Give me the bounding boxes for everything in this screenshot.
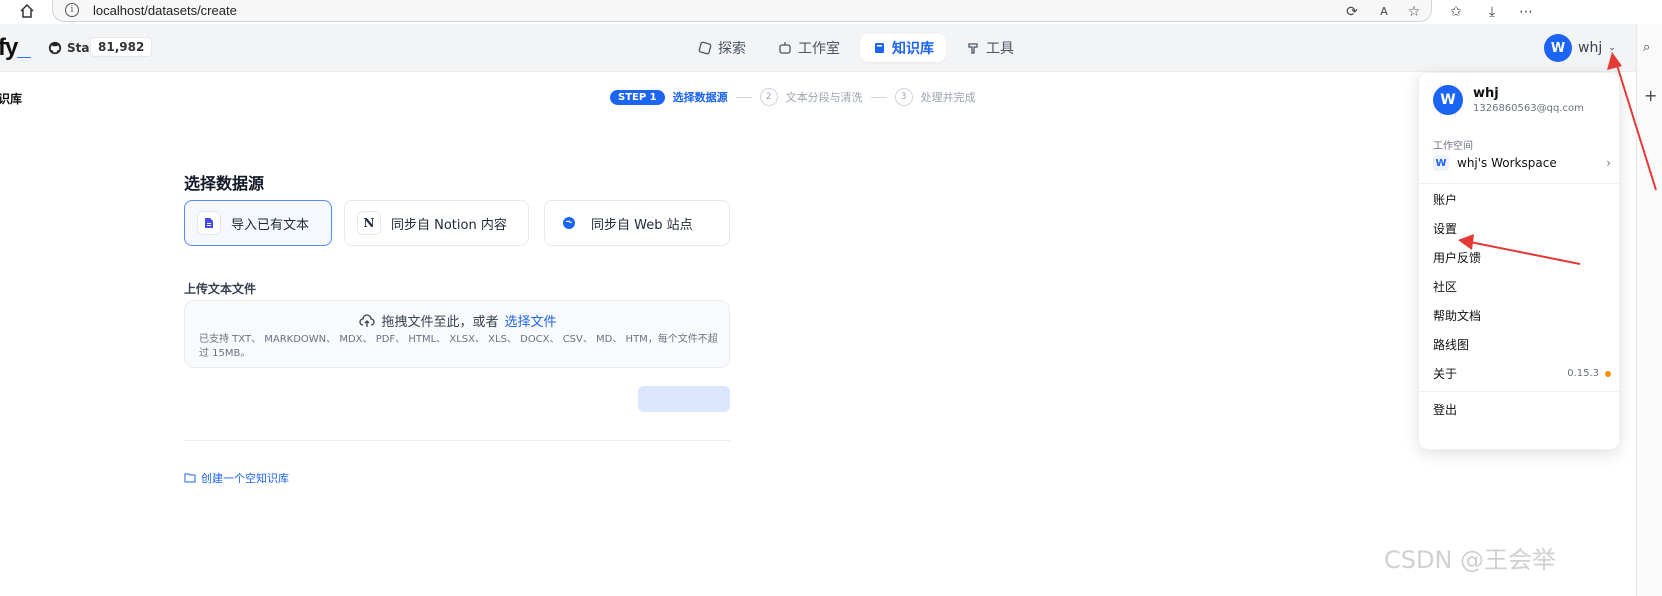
annotation-arrow-user bbox=[1615, 61, 1657, 191]
watermark: CSDN @王会举 bbox=[1384, 546, 1557, 574]
annotation-arrow-settings bbox=[1469, 241, 1581, 265]
annotation-arrowhead-user bbox=[1607, 52, 1622, 70]
annotation-arrowhead-settings bbox=[1458, 234, 1474, 250]
annotation-arrows bbox=[1458, 52, 1657, 265]
